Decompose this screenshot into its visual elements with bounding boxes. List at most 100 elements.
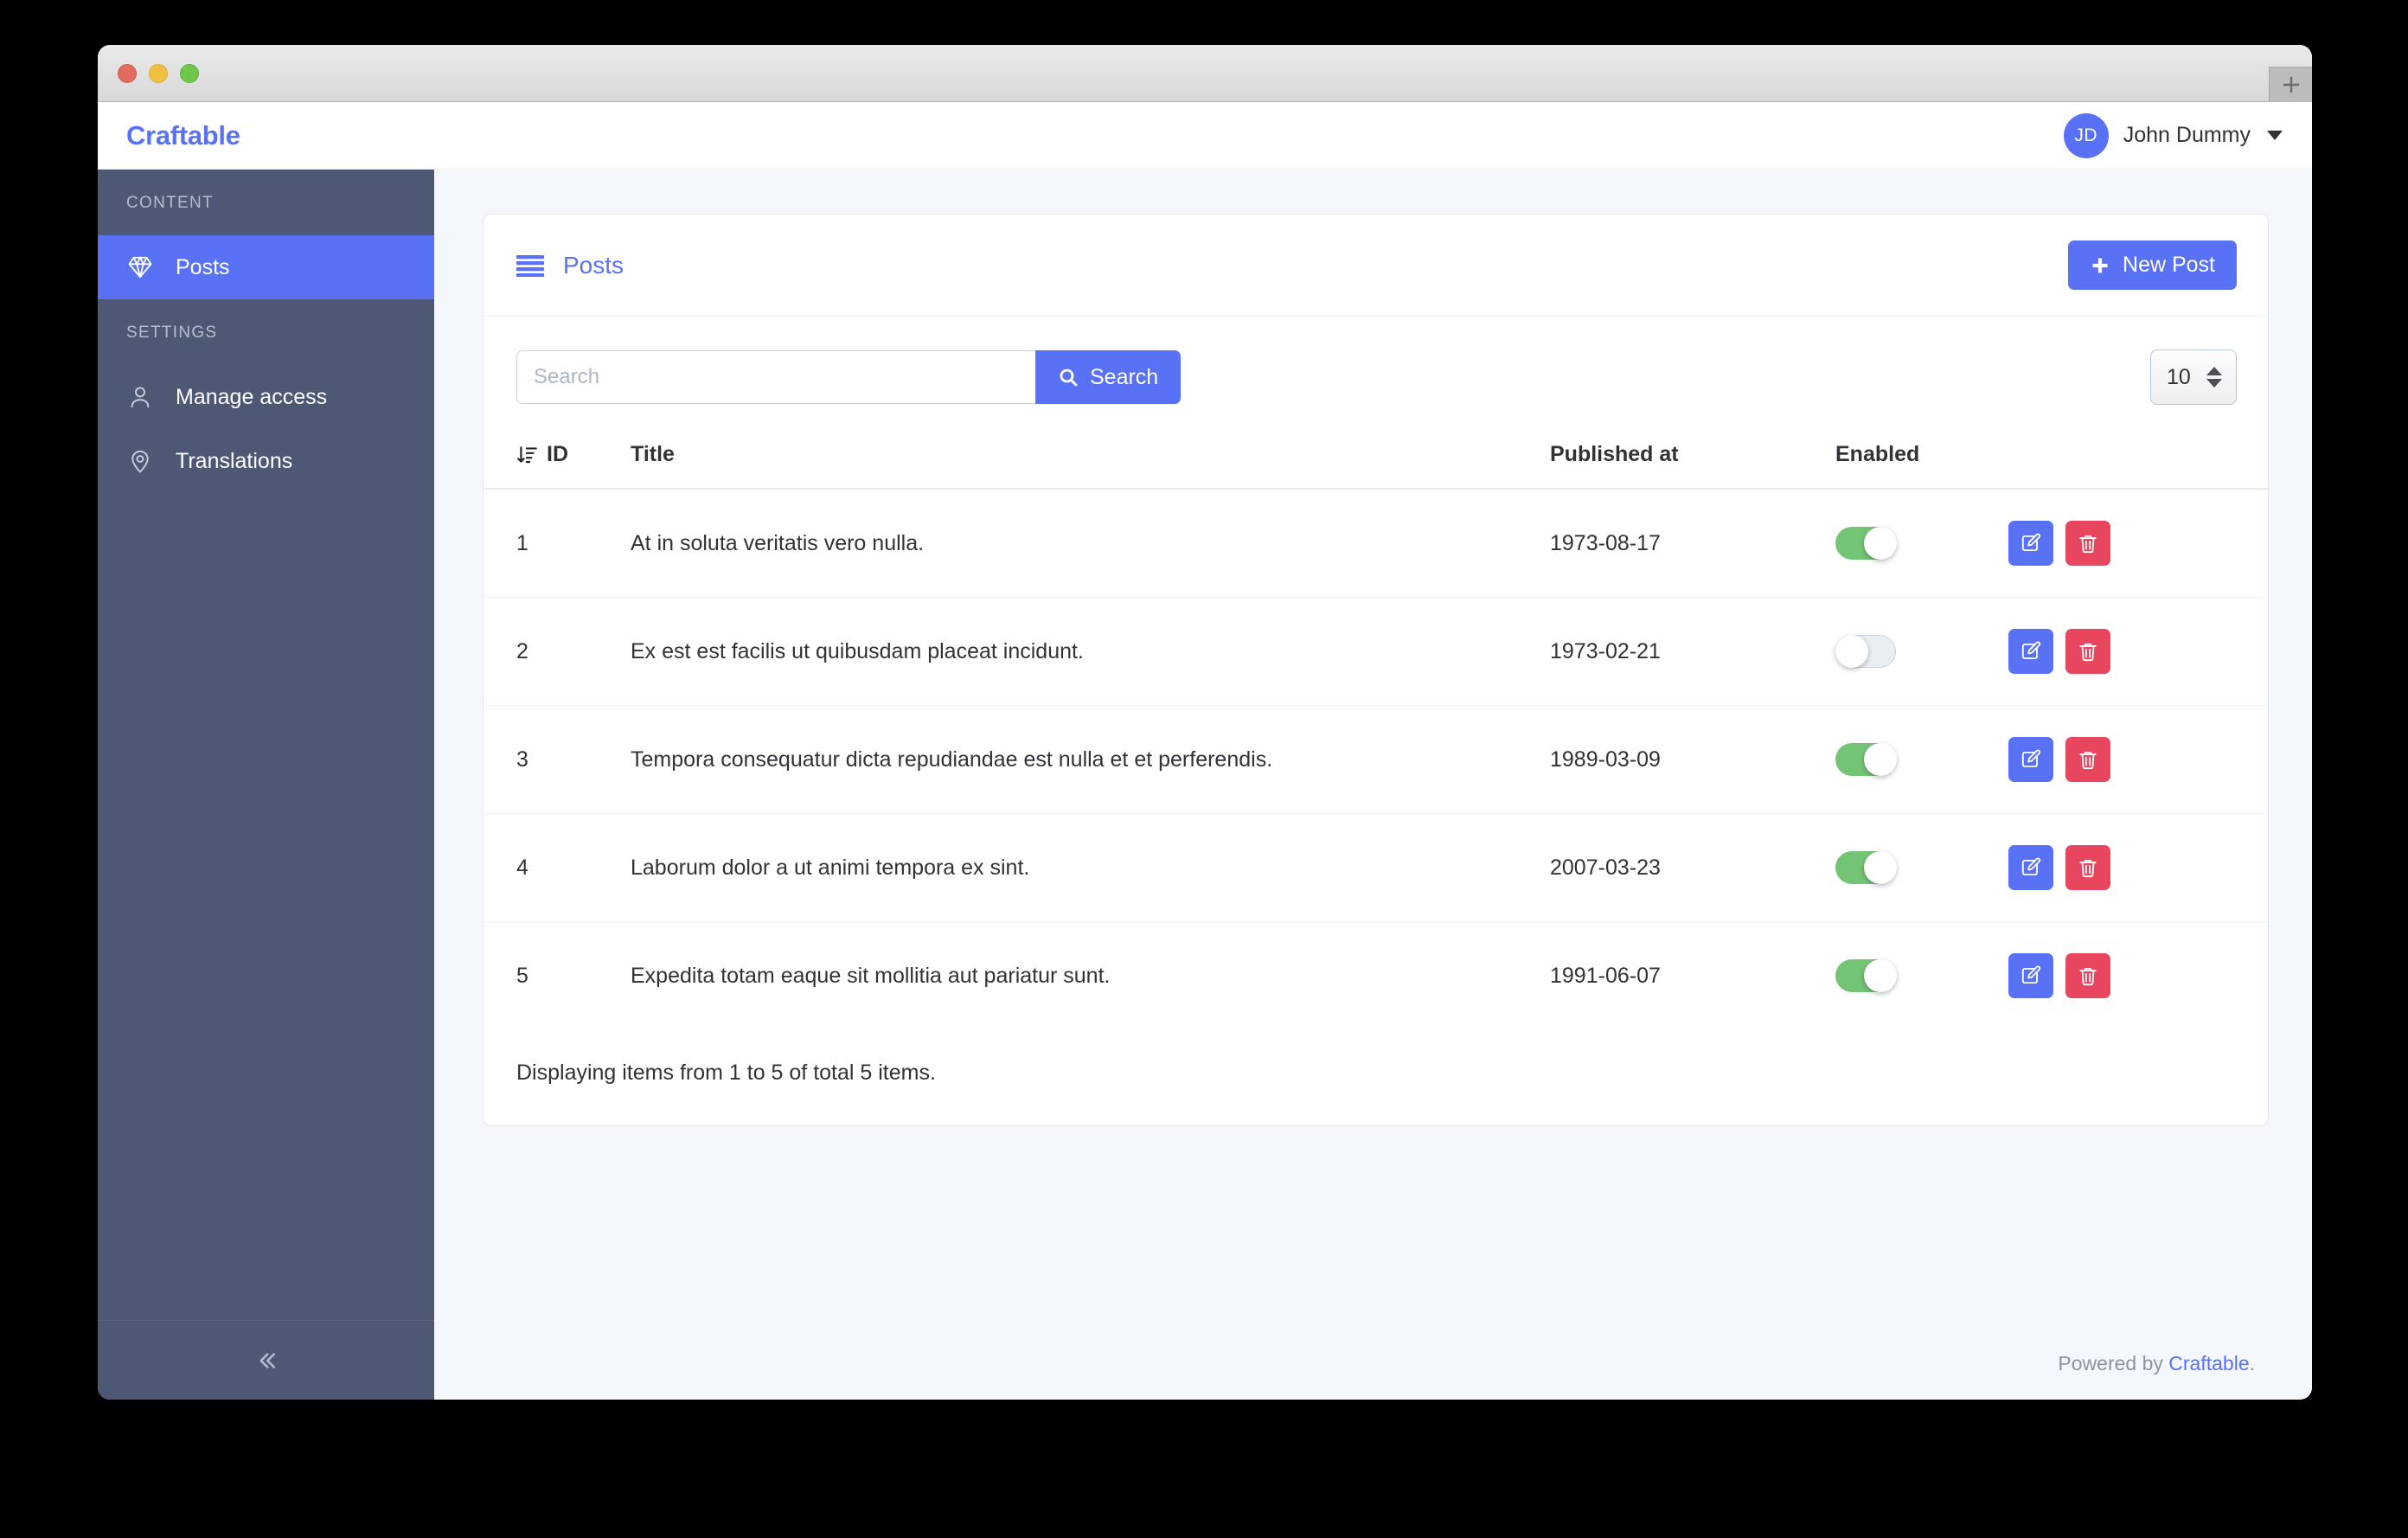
new-tab-button[interactable] xyxy=(2269,67,2312,102)
edit-row-button[interactable] xyxy=(2008,629,2053,674)
cell-id: 2 xyxy=(484,597,631,706)
delete-row-button[interactable] xyxy=(2065,521,2110,566)
user-menu[interactable]: JD John Dummy xyxy=(2063,112,2283,158)
row-actions xyxy=(2008,845,2237,890)
delete-row-button[interactable] xyxy=(2065,953,2110,998)
cell-enabled xyxy=(1835,705,2008,814)
cell-actions xyxy=(2008,705,2268,814)
edit-pencil-icon xyxy=(2021,749,2041,768)
enabled-toggle[interactable] xyxy=(1835,635,1896,668)
cell-id: 5 xyxy=(516,963,528,988)
trash-icon xyxy=(2079,643,2097,662)
enabled-toggle[interactable] xyxy=(1835,959,1897,992)
cell-id: 1 xyxy=(484,489,631,598)
edit-row-button[interactable] xyxy=(2008,845,2053,890)
card-toolbar: Search 10 xyxy=(484,317,2268,426)
delete-row-button[interactable] xyxy=(2065,737,2110,782)
search-button-label: Search xyxy=(1090,364,1159,389)
card-title-group: Posts xyxy=(516,252,624,279)
column-header-title[interactable]: Title xyxy=(631,426,1550,490)
search-icon xyxy=(1060,368,1078,387)
user-icon xyxy=(126,383,154,411)
minimize-window-button[interactable] xyxy=(149,63,168,83)
cell-title: Tempora consequatur dicta repudiandae es… xyxy=(631,705,1550,814)
per-page-select[interactable]: 10 xyxy=(2150,349,2237,405)
cell-published-at: 1991-06-07 xyxy=(1550,963,1661,988)
table-summary: Displaying items from 1 to 5 of total 5 … xyxy=(516,1061,936,1085)
toggle-knob xyxy=(1864,851,1897,884)
table-row: 5 Expedita totam eaque sit mollitia aut p… xyxy=(484,922,2268,1030)
cell-published-at: 1973-02-21 xyxy=(1550,597,1835,706)
trash-icon xyxy=(2079,859,2097,878)
trash-icon xyxy=(2079,967,2097,986)
sidebar-heading-content: CONTENT xyxy=(126,194,214,212)
plus-icon xyxy=(2283,77,2299,93)
column-header-published-at[interactable]: Published at xyxy=(1550,426,1835,490)
cell-published-at: 1973-08-17 xyxy=(1550,489,1835,598)
sidebar-item-label: Manage access xyxy=(176,384,328,409)
sidebar-collapse-button[interactable] xyxy=(98,1320,434,1400)
search-input[interactable] xyxy=(516,350,1035,404)
maximize-window-button[interactable] xyxy=(180,63,199,83)
sidebar: CONTENT Posts SETTINGS Manage access Tra… xyxy=(98,170,434,1400)
footer-prefix: Powered by xyxy=(2058,1352,2169,1375)
cell-title: Expedita totam eaque sit mollitia aut pa… xyxy=(631,963,1111,988)
enabled-toggle[interactable] xyxy=(1835,851,1897,884)
sidebar-heading-settings: SETTINGS xyxy=(126,324,218,342)
edit-pencil-icon xyxy=(2021,641,2041,660)
browser-titlebar xyxy=(98,45,2312,102)
user-name: John Dummy xyxy=(2123,123,2251,147)
row-actions xyxy=(2008,737,2237,782)
new-post-button[interactable]: New Post xyxy=(2068,240,2237,290)
table-head: ID Title Published at Enabled xyxy=(484,426,2268,490)
cell-enabled xyxy=(1835,922,2008,1030)
cell-title: At in soluta veritatis vero nulla. xyxy=(631,489,1550,598)
sidebar-item-posts[interactable]: Posts xyxy=(98,235,434,299)
edit-row-button[interactable] xyxy=(2008,737,2053,782)
sort-ascending-icon xyxy=(517,445,537,463)
table-header-row: ID Title Published at Enabled xyxy=(484,426,2268,490)
table-row: 4 Laborum dolor a ut animi tempora ex sin… xyxy=(484,813,2268,922)
column-header-id[interactable]: ID xyxy=(484,426,631,490)
table-row: 3 Tempora consequatur dicta repudiandae e… xyxy=(484,705,2268,814)
posts-card: Posts New Post Search Search 10 ID Title… xyxy=(483,214,2269,1126)
cell-title: Ex est est facilis ut quibusdam placeat … xyxy=(631,597,1550,706)
table-row: 2 Ex est est facilis ut quibusdam placeat… xyxy=(484,597,2268,706)
chevron-down-icon xyxy=(2267,131,2283,140)
edit-pencil-icon xyxy=(2021,533,2041,552)
search-button[interactable]: Search xyxy=(1035,350,1182,404)
enabled-toggle[interactable] xyxy=(1835,743,1897,776)
edit-row-button[interactable] xyxy=(2008,521,2053,566)
sidebar-item-label: Translations xyxy=(176,448,293,473)
column-header-enabled[interactable]: Enabled xyxy=(1835,426,2008,490)
toggle-knob xyxy=(1835,635,1868,668)
sidebar-item-translations[interactable]: Translations xyxy=(98,429,434,493)
map-pin-icon xyxy=(126,447,154,475)
sidebar-item-manage-access[interactable]: Manage access xyxy=(98,365,434,429)
cell-enabled xyxy=(1835,597,2008,706)
table-row: 1 At in soluta veritatis vero nulla. 1973-… xyxy=(484,489,2268,598)
brand-logo[interactable]: Craftable xyxy=(126,120,240,151)
plus-icon xyxy=(2092,258,2108,272)
edit-pencil-icon xyxy=(2021,965,2041,984)
row-actions xyxy=(2008,629,2237,674)
app-navbar: Craftable JD John Dummy xyxy=(98,102,2312,170)
edit-pencil-icon xyxy=(2021,857,2041,876)
window-controls xyxy=(118,63,199,83)
list-icon-glyph xyxy=(516,254,544,277)
enabled-toggle[interactable] xyxy=(1835,527,1897,560)
delete-row-button[interactable] xyxy=(2065,845,2110,890)
cell-actions xyxy=(2008,597,2268,706)
page-title: Posts xyxy=(563,251,624,279)
toggle-knob xyxy=(1864,959,1897,992)
edit-row-button[interactable] xyxy=(2008,953,2053,998)
per-page-wrap: 10 xyxy=(2150,349,2237,405)
delete-row-button[interactable] xyxy=(2065,629,2110,674)
footer-craftable-link[interactable]: Craftable xyxy=(2168,1352,2249,1375)
posts-table: ID Title Published at Enabled 1 At in sol… xyxy=(484,426,2268,1029)
close-window-button[interactable] xyxy=(118,63,137,83)
trash-icon xyxy=(2079,535,2097,554)
browser-window: Craftable JD John Dummy CONTENT Posts SE… xyxy=(98,45,2312,1400)
new-post-button-label: New Post xyxy=(2123,253,2215,277)
cell-enabled xyxy=(1835,813,2008,922)
